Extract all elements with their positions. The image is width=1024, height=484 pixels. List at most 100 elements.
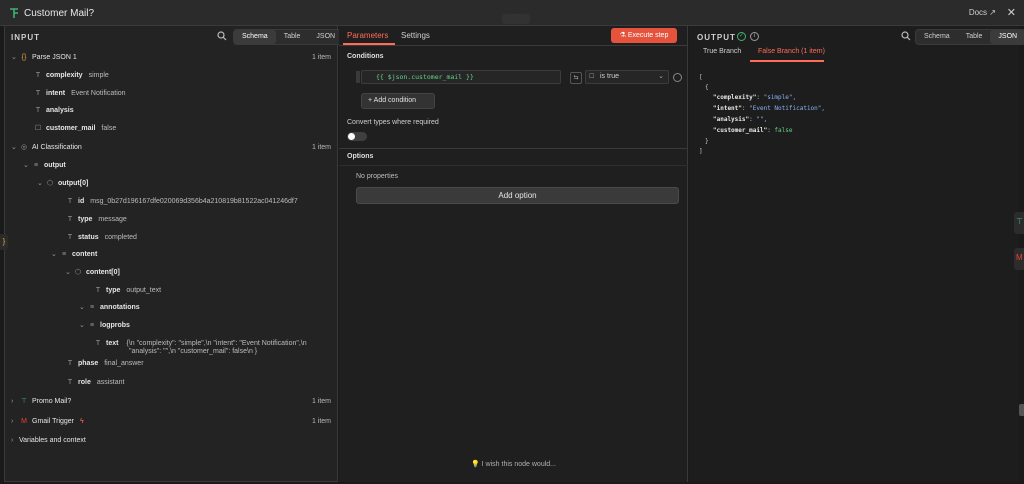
tree-node-gmail-trigger[interactable]: › M Gmail Trigger ϟ (11, 415, 84, 429)
chevron-down-icon[interactable]: ⌄ (23, 159, 31, 173)
operator-value: is true (600, 73, 620, 80)
tree-field-role[interactable]: Trole assistant (65, 376, 125, 390)
view-json-button[interactable]: JSON (990, 30, 1024, 44)
text-type-icon: T (67, 198, 73, 205)
chevron-down-icon[interactable]: ⌄ (79, 301, 87, 315)
text-type-icon: T (35, 72, 41, 79)
conditions-label: Conditions (347, 53, 384, 60)
tree-field-output-0[interactable]: ⌄ ⬡ output[0] (37, 177, 88, 191)
chevron-down-icon[interactable]: ⌄ (51, 248, 59, 262)
json-key: "customer_mail" (713, 127, 768, 134)
chevron-down-icon[interactable]: ⌄ (37, 177, 45, 191)
chevron-down-icon[interactable]: ⌄ (65, 266, 73, 280)
previous-node-handle[interactable]: } (0, 234, 8, 250)
node-title[interactable]: Customer Mail? (24, 8, 94, 19)
json-row: "analysis": "", (713, 116, 768, 123)
next-node-handle[interactable]: M (1014, 248, 1024, 270)
info-icon[interactable]: i (750, 32, 759, 41)
execute-step-button[interactable]: ⚗ Execute step (611, 28, 677, 43)
tree-field-text-continued: "analysis": "",\n "customer_mail": false… (129, 348, 258, 355)
boolean-type-icon: ☐ (34, 125, 42, 132)
gmail-icon: M (21, 418, 27, 425)
tab-true-branch[interactable]: True Branch (703, 48, 741, 55)
active-branch-indicator (750, 60, 824, 62)
tab-false-branch[interactable]: False Branch (1 item) (758, 48, 825, 55)
text-type-icon: T (95, 340, 101, 347)
feedback-link[interactable]: 💡 I wish this node would... (339, 460, 688, 468)
tree-field-complexity[interactable]: Tcomplexity simple (33, 69, 109, 83)
json-value: "", (756, 116, 768, 123)
item-count: 1 item (311, 418, 331, 425)
external-link-icon: ↗ (989, 8, 996, 17)
condition-drag-handle[interactable] (356, 71, 360, 83)
view-table-button[interactable]: Table (276, 30, 309, 44)
chevron-down-icon[interactable]: ⌄ (11, 51, 19, 65)
tree-field-customer-mail[interactable]: ☐ customer_mail false (33, 122, 116, 136)
boolean-type-icon: ☐ (589, 74, 595, 80)
tree-node-variables[interactable]: › Variables and context (11, 434, 86, 448)
tab-parameters[interactable]: Parameters (347, 31, 388, 40)
view-table-button[interactable]: Table (958, 30, 991, 44)
add-option-button[interactable]: Add option (356, 187, 679, 204)
flask-icon: ⚗ (619, 32, 626, 39)
tree-field-content-0[interactable]: ⌄ ⬡ content[0] (65, 266, 120, 280)
tree-field-analysis[interactable]: Tanalysis (33, 104, 74, 118)
array-type-icon: ≡ (33, 162, 39, 169)
item-count: 1 item (311, 398, 331, 405)
tree-field-intent[interactable]: Tintent Event Notification (33, 87, 126, 101)
node-header: Customer Mail? Docs ↗ ✕ (0, 0, 1024, 26)
if-node-icon: ⊤ (1016, 217, 1023, 226)
text-type-icon: T (67, 360, 73, 367)
expression-mode-icon[interactable]: ⇆ (570, 72, 582, 84)
tree-field-content[interactable]: ⌄ ≡ content (51, 248, 97, 262)
tab-settings[interactable]: Settings (401, 31, 430, 40)
tree-field-id[interactable]: Tid msg_0b27d196167dfe020069d356b4a210819… (65, 195, 298, 209)
chevron-right-icon[interactable]: › (11, 434, 19, 448)
remove-condition-icon[interactable] (673, 73, 682, 82)
tree-field-annotations[interactable]: ⌄ ≡ annotations (79, 301, 140, 315)
options-label: Options (347, 153, 374, 160)
condition-value-input[interactable]: {{ $json.customer_mail }} (361, 70, 561, 84)
tree-node-ai-classification[interactable]: ⌄ ◎ AI Classification (11, 141, 82, 155)
chevron-right-icon[interactable]: › (11, 395, 19, 409)
chevron-down-icon[interactable]: ⌄ (79, 319, 87, 333)
tree-field-phase[interactable]: Tphase final_answer (65, 357, 144, 371)
array-type-icon: ≡ (89, 304, 95, 311)
tree-field-output[interactable]: ⌄ ≡ output (23, 159, 66, 173)
text-type-icon: T (95, 287, 101, 294)
tree-node-promo-mail[interactable]: › ⊤ Promo Mail? (11, 395, 71, 409)
close-icon[interactable]: ✕ (1007, 6, 1016, 19)
search-icon[interactable] (217, 31, 227, 41)
next-node-handle[interactable]: ⊤ (1014, 212, 1024, 234)
braces-icon: {} (21, 54, 27, 61)
text-type-icon: T (35, 90, 41, 97)
scroll-handle[interactable] (1019, 404, 1024, 416)
tree-field-status[interactable]: Tstatus completed (65, 231, 137, 245)
tree-field-content-type[interactable]: Ttype output_text (93, 284, 161, 298)
tree-node-parse-json[interactable]: ⌄{} Parse JSON 1 (11, 51, 77, 65)
no-properties-text: No properties (356, 173, 399, 180)
chevron-down-icon[interactable]: ⌄ (11, 141, 19, 155)
text-type-icon: T (67, 379, 73, 386)
input-panel: INPUT Schema Table JSON ⌄{} Parse JSON 1 … (4, 26, 345, 482)
operator-select[interactable]: ☐ is true ⌄ (585, 70, 669, 84)
view-json-button[interactable]: JSON (308, 30, 343, 44)
json-close-bracket: ] (699, 148, 703, 155)
view-schema-button[interactable]: Schema (916, 30, 958, 44)
tree-field-type[interactable]: Ttype message (65, 213, 127, 227)
chevron-down-icon: ⌄ (658, 73, 664, 80)
view-schema-button[interactable]: Schema (234, 30, 276, 44)
text-type-icon: T (67, 216, 73, 223)
docs-link[interactable]: Docs ↗ (969, 8, 996, 17)
search-icon[interactable] (901, 31, 911, 41)
json-key: "analysis" (713, 116, 750, 123)
text-type-icon: T (35, 107, 41, 114)
drag-handle[interactable] (502, 14, 530, 24)
json-row: "complexity": "simple", (713, 94, 797, 101)
add-condition-button[interactable]: + Add condition (361, 93, 435, 109)
tree-field-logprobs[interactable]: ⌄ ≡ logprobs (79, 319, 130, 333)
input-view-toggle: Schema Table JSON (233, 29, 345, 45)
divider (339, 165, 688, 166)
convert-types-toggle[interactable] (347, 132, 367, 141)
chevron-right-icon[interactable]: › (11, 415, 19, 429)
